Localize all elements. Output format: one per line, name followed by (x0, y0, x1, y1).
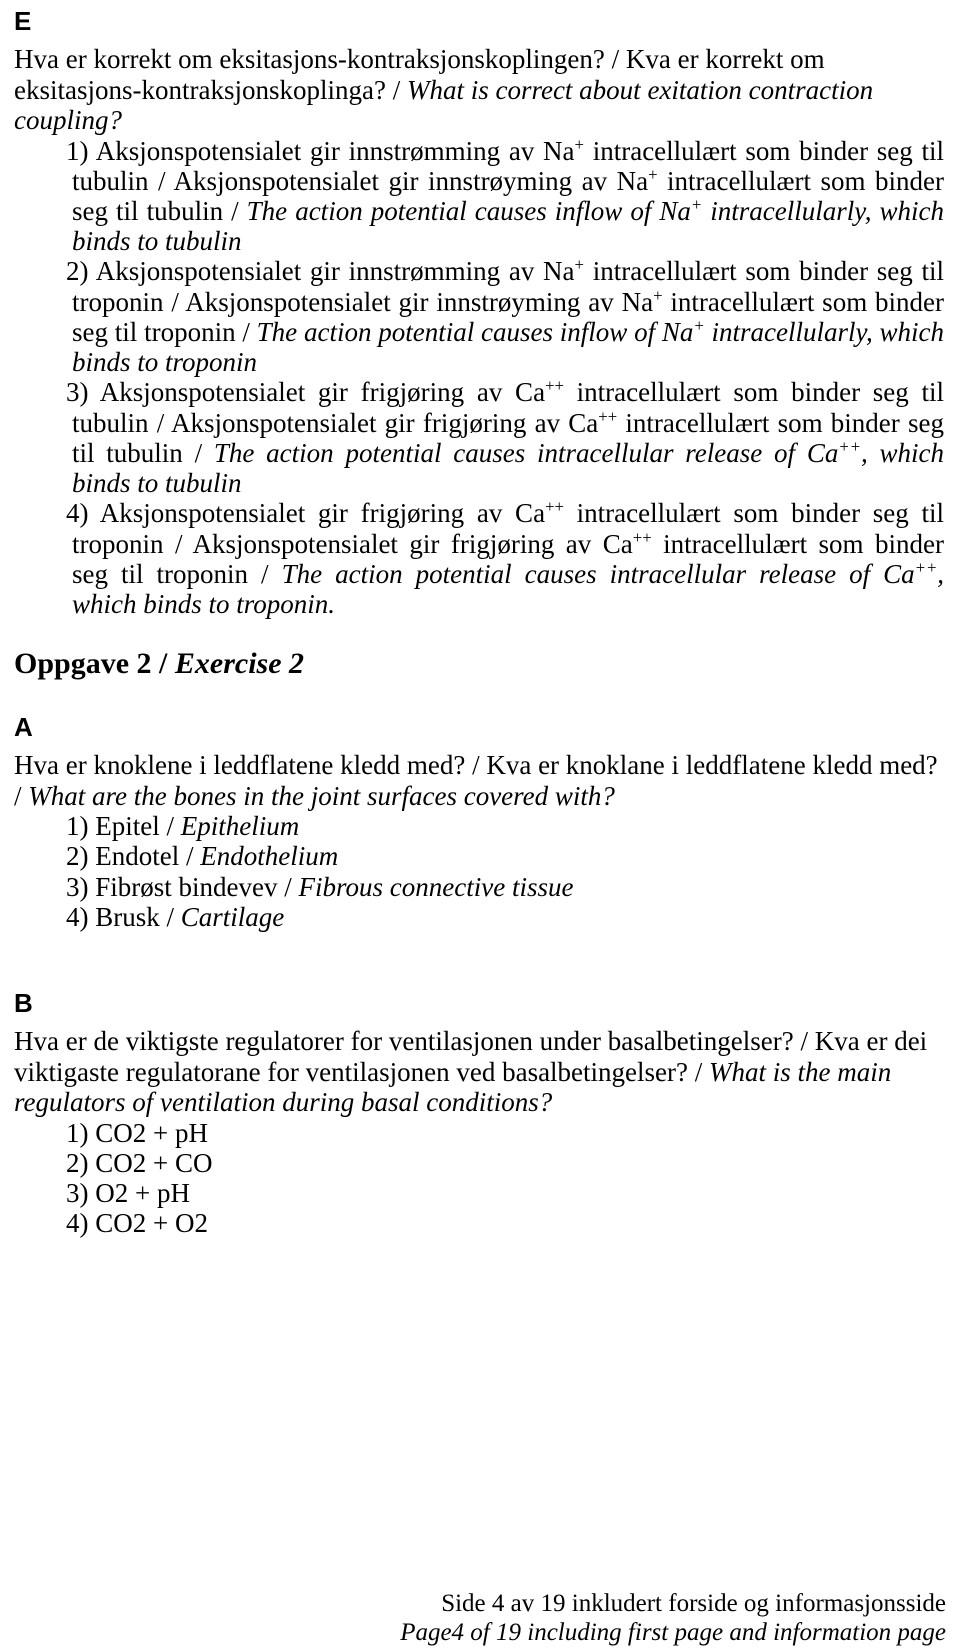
exercise-2-heading: Oppgave 2 / Exercise 2 (14, 647, 946, 680)
answer-a-1-number: 1) (66, 811, 89, 842)
answer-a-2[interactable]: 2) Endotel / Endothelium (14, 841, 946, 871)
answer-a-1[interactable]: 1) Epitel / Epithelium (14, 811, 946, 841)
answer-b-2[interactable]: 2) CO2 + CO (14, 1148, 946, 1178)
answer-e-3-bokmal-sup: ++ (545, 376, 564, 396)
question-a: Hva er knoklene i leddflatene kledd med?… (14, 750, 938, 811)
answer-e-4-bokmal-sup: ++ (545, 497, 564, 517)
answer-e-3-english-sup: ++ (838, 436, 861, 456)
exercise-2-heading-separator: / (151, 647, 175, 681)
answer-e-1-nynorsk-sup: + (648, 164, 658, 184)
answer-e-2-nynorsk-pre: Aksjonspotensialet gir innstrøyming av N… (178, 286, 654, 317)
answer-e-1[interactable]: 1) Aksjonspotensialet gir innstrømming a… (14, 136, 946, 257)
question-a-english: What are the bones in the joint surfaces… (28, 780, 615, 811)
question-e-bokmal: Hva er korrekt om eksitasjons-kontraksjo… (14, 44, 605, 74)
answer-e-2-bokmal-sup: + (574, 255, 584, 275)
question-a-bokmal: Hva er knoklene i leddflatene kledd med? (14, 750, 466, 781)
answer-b-2-number: 2) (66, 1147, 89, 1178)
section-letter-a: A (14, 712, 33, 743)
section-e: E Hva er korrekt om eksitasjons-kontraks… (14, 8, 946, 619)
answer-e-1-nynorsk-pre: Aksjonspotensialet gir innstrøyming av N… (165, 165, 649, 196)
answer-a-3-en: Fibrous connective tissue (298, 871, 574, 902)
answer-b-4[interactable]: 4) CO2 + O2 (14, 1208, 946, 1238)
answer-a-3-no: Fibrøst bindevev (95, 871, 278, 902)
answer-e-4-bokmal-pre: Aksjonspotensialet gir frigjøring av Ca (99, 498, 546, 529)
answer-a-2-no: Endotel (95, 841, 180, 872)
answer-e-4-english-pre: The action potential causes intracellula… (268, 558, 915, 589)
answer-e-3-nynorsk-pre: Aksjonspotensialet gir frigjøring av Ca (164, 407, 599, 438)
answer-a-2-number: 2) (66, 841, 89, 872)
answer-a-4-number: 4) (66, 901, 89, 932)
answer-a-4-sep: / (159, 901, 181, 932)
answer-e-3-english-pre: The action potential causes intracellula… (202, 437, 839, 468)
answer-a-4[interactable]: 4) Brusk / Cartilage (14, 902, 946, 932)
answer-e-2-number: 2) (66, 256, 89, 287)
answer-e-3-number: 3) (66, 377, 89, 408)
answer-e-1-english-sup: + (690, 194, 703, 214)
exercise-2-section-b: B Hva er de viktigste regulatorer for ve… (14, 990, 946, 1238)
answer-b-1-number: 1) (66, 1117, 89, 1148)
answers-b: 1) CO2 + pH 2) CO2 + CO 3) O2 + pH 4) CO… (14, 1118, 946, 1239)
answer-e-1-bokmal-pre: Aksjonspotensialet gir innstrømming av N… (95, 135, 575, 166)
answer-b-4-text: CO2 + O2 (95, 1208, 208, 1239)
answer-a-1-no: Epitel (95, 811, 160, 842)
answer-e-4-number: 4) (66, 498, 89, 529)
question-a-nynorsk: Kva er knoklane i leddflatene kledd med? (486, 750, 938, 781)
answer-b-3-number: 3) (66, 1178, 89, 1209)
answer-b-4-number: 4) (66, 1208, 89, 1239)
answer-a-1-sep: / (159, 811, 181, 842)
answer-e-3[interactable]: 3) Aksjonspotensialet gir frigjøring av … (14, 377, 946, 498)
answer-a-3-sep: / (277, 871, 299, 902)
answer-a-1-en: Epithelium (180, 811, 300, 842)
answer-e-4-nynorsk-pre: Aksjonspotensialet gir frigjøring av Ca (182, 528, 633, 559)
exercise-2-heading-no: Oppgave 2 (14, 647, 152, 681)
answer-b-3-text: O2 + pH (95, 1178, 190, 1209)
section-letter-e: E (14, 6, 32, 36)
footer-line-norwegian: Side 4 av 19 inkludert forside og inform… (441, 1590, 946, 1617)
answer-e-1-bokmal-sup: + (574, 134, 584, 154)
exercise-2-heading-en: Exercise 2 (174, 647, 305, 681)
answer-b-3[interactable]: 3) O2 + pH (14, 1178, 946, 1208)
answer-e-2[interactable]: 2) Aksjonspotensialet gir innstrømming a… (14, 256, 946, 377)
exam-page: E Hva er korrekt om eksitasjons-kontraks… (0, 0, 960, 1651)
answer-e-1-number: 1) (66, 135, 89, 166)
answer-a-3[interactable]: 3) Fibrøst bindevev / Fibrous connective… (14, 872, 946, 902)
section-letter-b: B (14, 988, 33, 1019)
answer-e-3-bokmal-pre: Aksjonspotensialet gir frigjøring av Ca (99, 377, 546, 408)
answer-e-2-english-sup: + (693, 315, 705, 335)
answer-b-1[interactable]: 1) CO2 + pH (14, 1118, 946, 1148)
exercise-2-section-a: A Hva er knoklene i leddflatene kledd me… (14, 714, 946, 932)
answer-e-3-nynorsk-sup: ++ (598, 406, 618, 426)
answer-a-4-no: Brusk (95, 901, 160, 932)
answer-b-2-text: CO2 + CO (95, 1147, 213, 1178)
footer-line-english: Page4 of 19 including first page and inf… (400, 1619, 946, 1646)
answer-a-2-sep: / (179, 841, 201, 872)
answer-b-1-text: CO2 + pH (95, 1117, 208, 1148)
answer-e-4[interactable]: 4) Aksjonspotensialet gir frigjøring av … (14, 498, 946, 619)
question-b: Hva er de viktigste regulatorer for vent… (14, 1026, 928, 1118)
answer-e-1-english-pre: The action potential causes inflow of Na (238, 195, 691, 226)
answers-e: 1) Aksjonspotensialet gir innstrømming a… (14, 136, 946, 620)
answer-e-4-nynorsk-sup: ++ (632, 527, 652, 547)
answers-a: 1) Epitel / Epithelium 2) Endotel / Endo… (14, 811, 946, 932)
answer-a-3-number: 3) (66, 871, 89, 902)
answer-a-4-en: Cartilage (180, 901, 285, 932)
answer-e-2-nynorsk-sup: + (653, 285, 663, 305)
answer-e-4-english-sup: ++ (914, 557, 938, 577)
question-b-bokmal: Hva er de viktigste regulatorer for vent… (14, 1026, 794, 1057)
page-footer: Side 4 av 19 inkludert forside og inform… (0, 1589, 946, 1647)
answer-e-2-bokmal-pre: Aksjonspotensialet gir innstrømming av N… (95, 256, 575, 287)
answer-a-2-en: Endothelium (200, 841, 339, 872)
answer-e-2-english-pre: The action potential causes inflow of Na (249, 316, 694, 347)
question-e: Hva er korrekt om eksitasjons-kontraksjo… (14, 44, 874, 135)
